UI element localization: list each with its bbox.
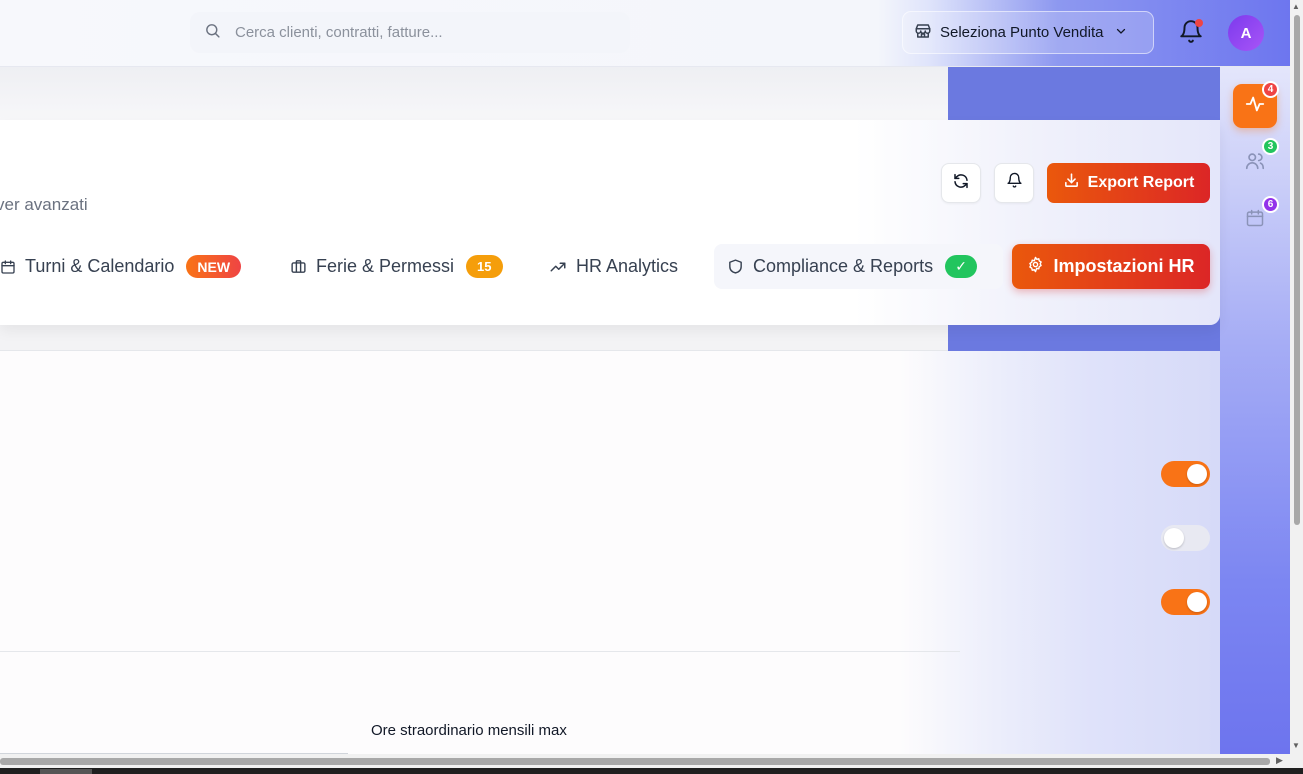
tab-label: Impostazioni HR (1053, 256, 1195, 276)
refresh-icon (952, 172, 970, 195)
page-subtitle: ver avanzati (0, 195, 88, 214)
section-divider (0, 651, 960, 652)
download-icon (1063, 172, 1080, 194)
tab-turni-calendario[interactable]: Turni & Calendario NEW (0, 244, 265, 289)
setting-toggle-2[interactable] (1161, 525, 1210, 551)
overtime-max-label: Ore straordinario mensili max (371, 722, 567, 739)
tab-ferie-permessi[interactable]: Ferie & Permessi 15 (278, 244, 522, 289)
user-avatar[interactable]: A (1228, 15, 1264, 51)
users-badge: 3 (1262, 138, 1279, 155)
global-search[interactable] (190, 12, 630, 53)
briefcase-icon (290, 258, 307, 275)
gear-icon (1027, 256, 1044, 278)
export-report-button[interactable]: Export Report (1047, 163, 1210, 203)
scroll-up-arrow-icon[interactable]: ▲ (1292, 2, 1300, 11)
activity-icon (1244, 93, 1266, 120)
scroll-down-arrow-icon[interactable]: ▼ (1292, 741, 1300, 750)
refresh-button[interactable] (941, 163, 981, 203)
notification-dot (1195, 19, 1203, 27)
calendar-icon (0, 259, 16, 275)
calendar-badge: 6 (1262, 196, 1279, 213)
tab-impostazioni-hr[interactable]: Impostazioni HR (1012, 244, 1210, 289)
activity-badge: 4 (1262, 81, 1279, 98)
trending-up-icon (549, 258, 567, 276)
toggle-knob (1187, 592, 1207, 612)
setting-toggle-1[interactable] (1161, 461, 1210, 487)
tab-label: Compliance & Reports (753, 256, 934, 276)
page-band-lower (0, 325, 948, 351)
page-band (0, 67, 948, 120)
new-badge: NEW (186, 255, 242, 278)
scroll-right-arrow-icon[interactable]: ▶ (1276, 755, 1283, 766)
export-report-label: Export Report (1087, 174, 1195, 191)
content-fade (900, 351, 1220, 754)
chevron-down-icon (1115, 24, 1127, 41)
bell-icon (1006, 172, 1023, 194)
taskbar-item[interactable] (40, 769, 92, 774)
store-select-label: Seleziona Punto Vendita (940, 24, 1104, 41)
setting-toggle-3[interactable] (1161, 589, 1210, 615)
hr-header-card (0, 120, 1220, 325)
taskbar (0, 768, 1303, 774)
tab-compliance-reports[interactable]: Compliance & Reports ✓ (714, 244, 1003, 289)
toggle-knob (1187, 464, 1207, 484)
tab-label: Turni & Calendario (25, 256, 175, 276)
horizontal-scroll-thumb[interactable] (0, 758, 1270, 765)
tab-label: HR Analytics (576, 256, 679, 276)
count-badge: 15 (466, 255, 503, 278)
store-select-dropdown[interactable]: Seleziona Punto Vendita (902, 11, 1154, 54)
check-badge: ✓ (945, 255, 978, 278)
calendar-icon (1245, 208, 1265, 233)
toggle-knob (1164, 528, 1184, 548)
tab-label: Ferie & Permessi (316, 256, 455, 276)
users-icon (1244, 150, 1266, 177)
alerts-button[interactable] (994, 163, 1034, 203)
vertical-scroll-thumb[interactable] (1294, 15, 1300, 525)
search-input[interactable] (235, 24, 615, 41)
tab-hr-analytics[interactable]: HR Analytics (532, 244, 704, 289)
shield-icon (727, 258, 744, 275)
store-icon (914, 22, 932, 44)
search-icon (204, 22, 221, 44)
